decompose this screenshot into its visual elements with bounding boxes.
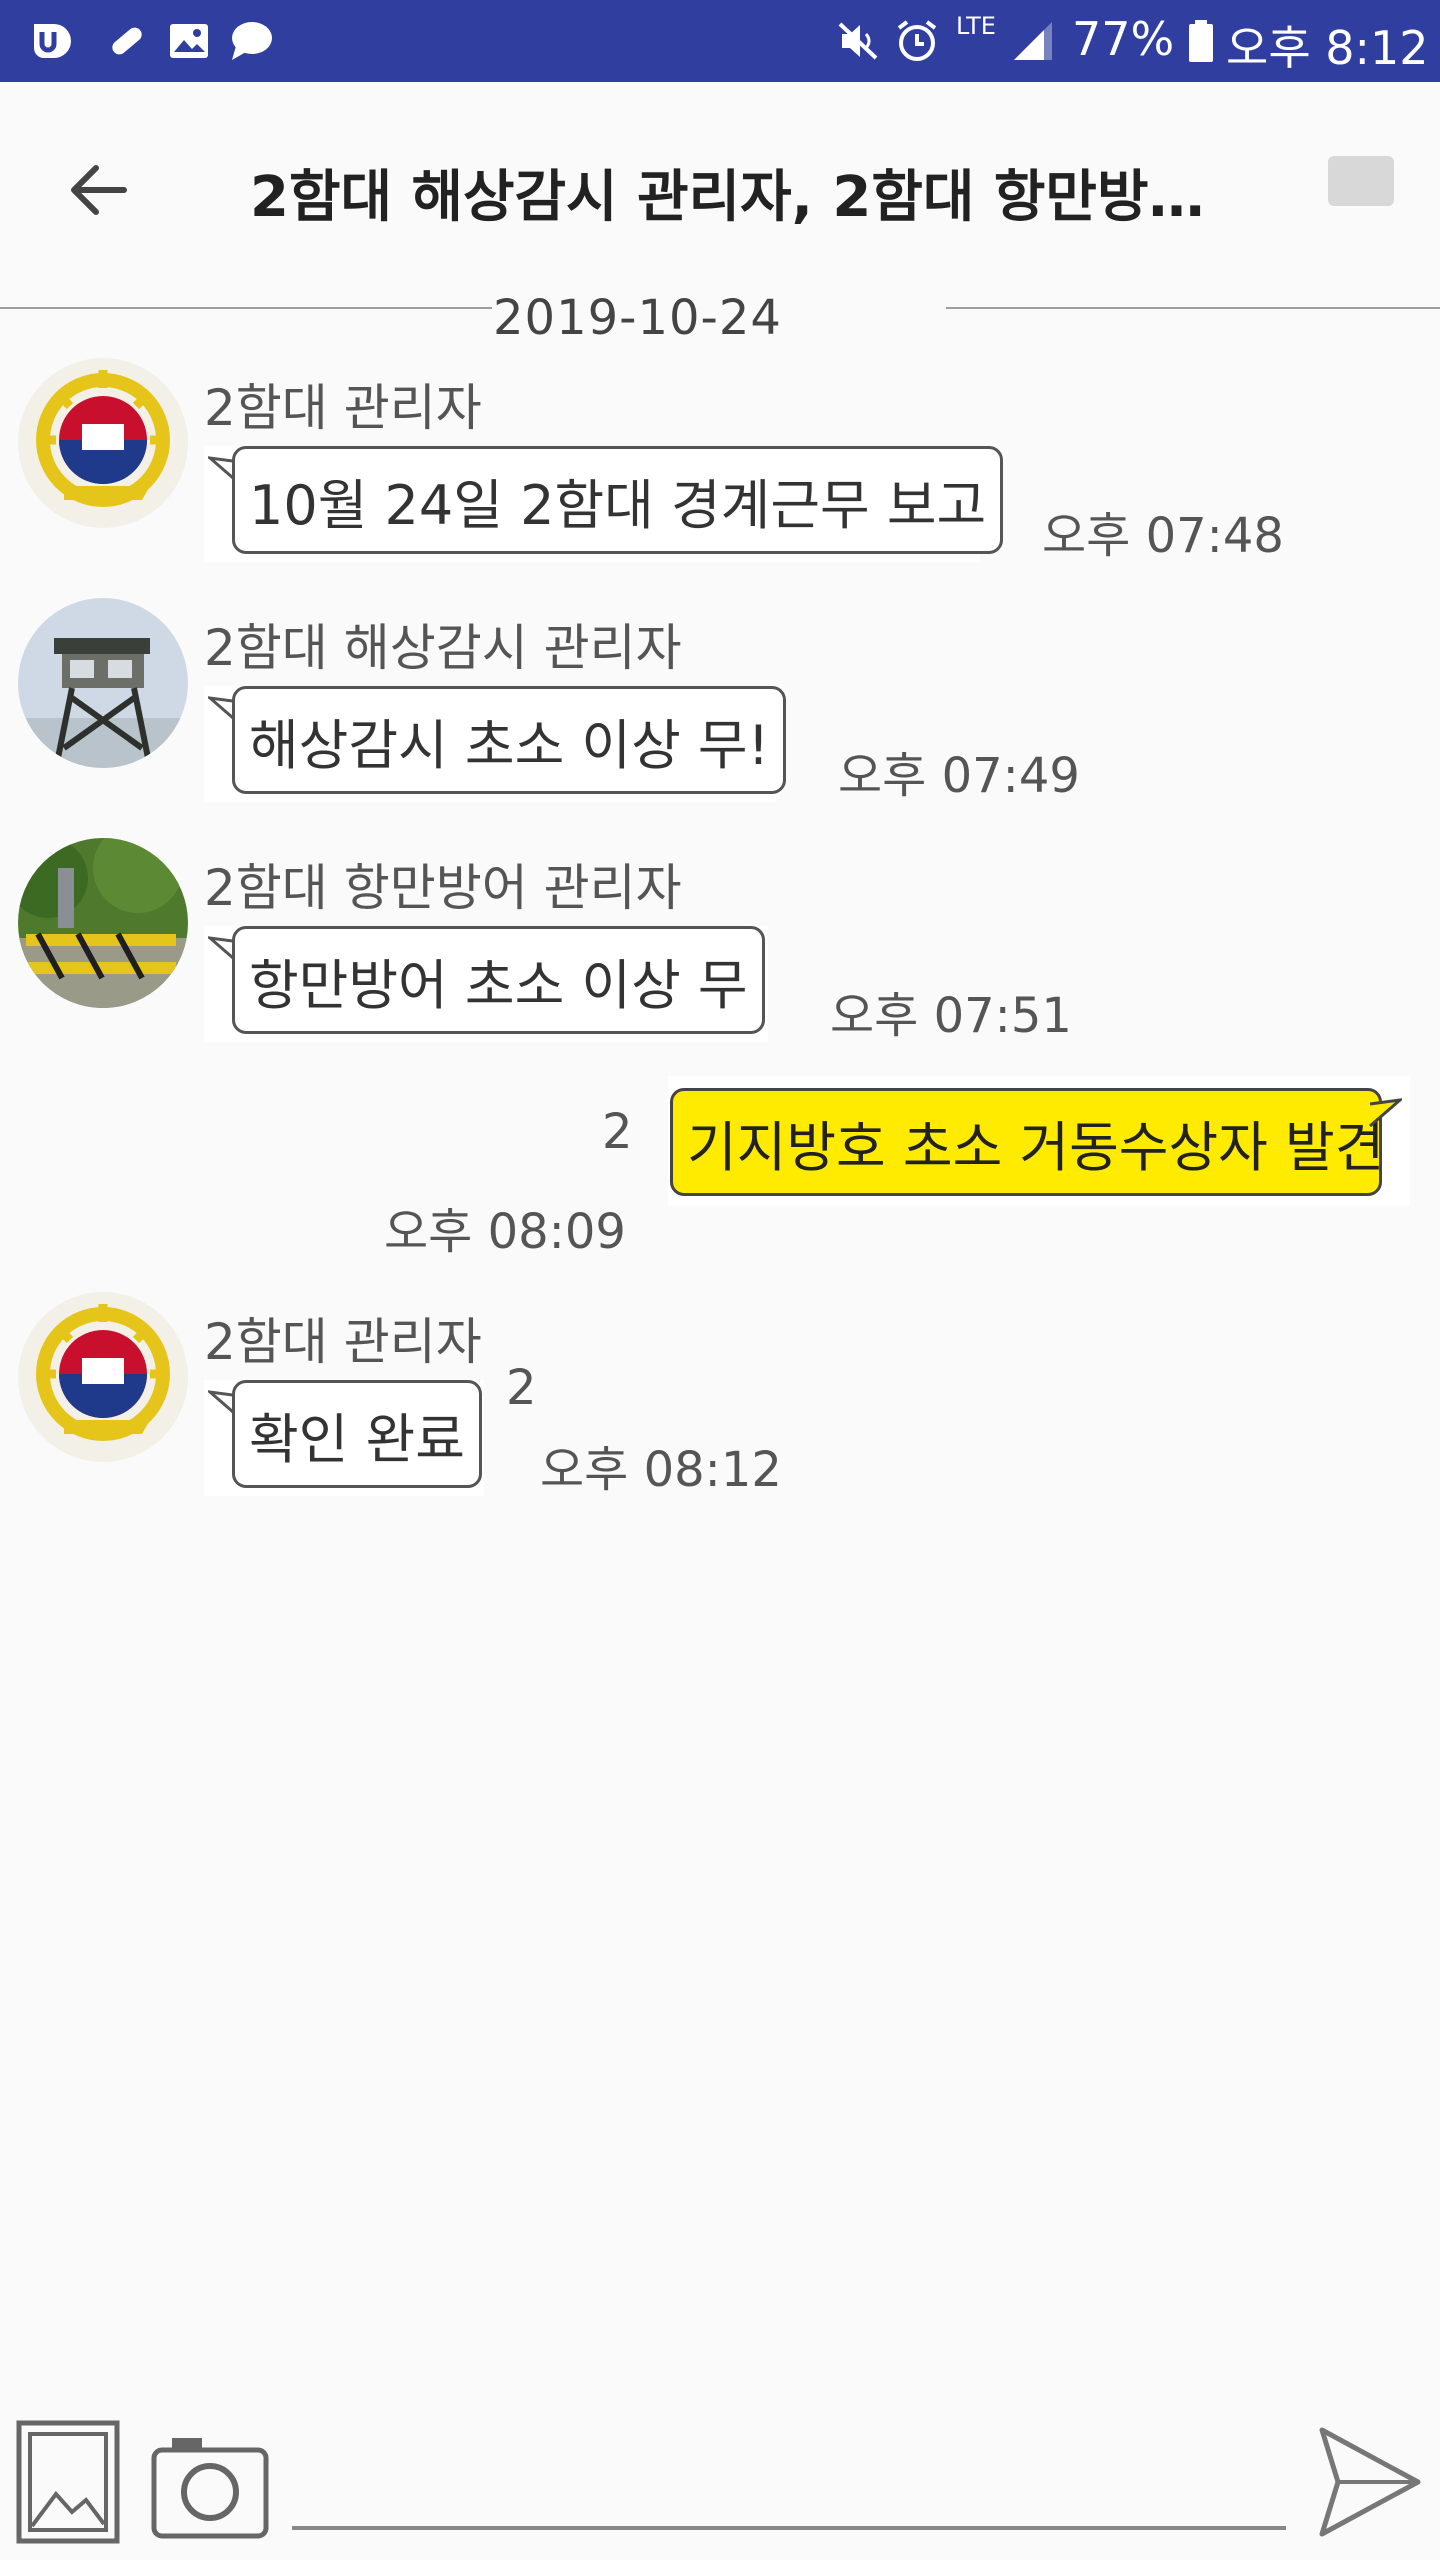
- arrow-left-icon: [71, 165, 127, 215]
- message-input-bar: [0, 2400, 1440, 2560]
- bubble-tail: [1369, 1098, 1402, 1128]
- chat-title: 2함대 해상감시 관리자, 2함대 항만방…: [250, 165, 1205, 230]
- unread-count: 2: [602, 1104, 633, 1160]
- navy-fleet-emblem-icon: [18, 1292, 188, 1462]
- clock: 오후 8:12: [1226, 21, 1429, 75]
- image-notification-icon: [166, 18, 212, 64]
- battery-icon: [1178, 18, 1224, 64]
- avatar[interactable]: [18, 838, 188, 1008]
- my-message-bubble[interactable]: 기지방호 초소 거동수상자 발견: [670, 1088, 1384, 1196]
- camera-icon: [151, 2438, 269, 2539]
- date-divider-line-left: [0, 307, 492, 309]
- message-time: 오후 07:48: [1042, 508, 1284, 564]
- message-time: 오후 07:49: [838, 748, 1080, 804]
- sender-name: 2함대 관리자: [204, 379, 482, 437]
- message-time: 오후 08:12: [540, 1442, 782, 1498]
- send-icon: [1319, 2427, 1421, 2537]
- avatar[interactable]: [18, 358, 188, 528]
- avatar[interactable]: [18, 1292, 188, 1462]
- back-button[interactable]: [50, 142, 146, 238]
- chat-notification-icon: [228, 18, 274, 64]
- alarm-icon: [894, 18, 940, 64]
- message-bubble[interactable]: 10월 24일 2함대 경계근무 보고: [232, 446, 1004, 554]
- mute-icon: [836, 18, 882, 64]
- image-icon: [16, 2420, 120, 2544]
- message-bubble[interactable]: 해상감시 초소 이상 무!: [232, 686, 787, 794]
- message-bubble[interactable]: 항만방어 초소 이상 무: [232, 926, 765, 1034]
- status-bar: LTE 77% 오후 8:12: [0, 0, 1440, 82]
- menu-button[interactable]: [1328, 156, 1394, 206]
- message-input[interactable]: [292, 2440, 1286, 2530]
- unread-count: 2: [506, 1360, 537, 1416]
- signal-icon: [1010, 18, 1056, 64]
- sender-name: 2함대 관리자: [204, 1313, 482, 1371]
- date-divider: 2019-10-24: [493, 290, 782, 346]
- camera-button[interactable]: [150, 2430, 270, 2540]
- sender-name: 2함대 해상감시 관리자: [204, 619, 682, 677]
- pill-icon: [104, 18, 150, 64]
- battery-percent: 77%: [1072, 12, 1175, 66]
- gallery-button[interactable]: [16, 2420, 120, 2544]
- message-bubble[interactable]: 확인 완료: [232, 1380, 482, 1488]
- message-time: 오후 08:09: [384, 1204, 626, 1260]
- chat-header: 2함대 해상감시 관리자, 2함대 항만방…: [0, 82, 1440, 282]
- navy-fleet-emblem-icon: [18, 358, 188, 528]
- watchtower-photo-icon: [18, 598, 188, 768]
- app-notification-icon: [28, 18, 74, 64]
- avatar[interactable]: [18, 598, 188, 768]
- port-barrier-photo-icon: [18, 838, 188, 1008]
- send-button[interactable]: [1316, 2422, 1426, 2542]
- network-type-label: LTE: [956, 12, 996, 40]
- sender-name: 2함대 항만방어 관리자: [204, 859, 682, 917]
- date-divider-line-right: [946, 307, 1440, 309]
- message-time: 오후 07:51: [830, 988, 1072, 1044]
